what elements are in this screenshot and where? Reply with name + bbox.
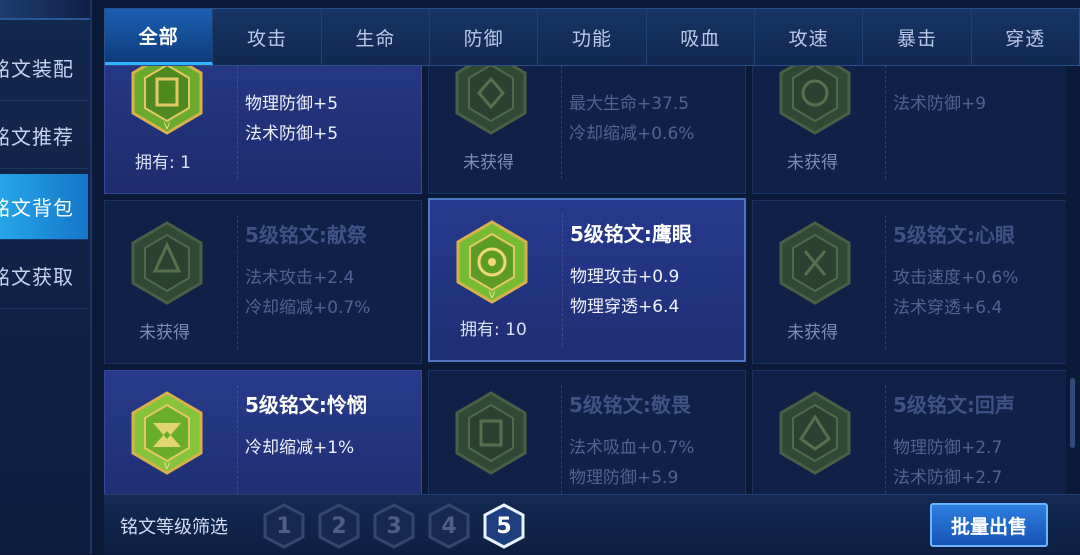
sidebar: 铭文装配 铭文推荐 铭文背包 铭文获取 xyxy=(0,0,92,554)
rune-card[interactable]: 5级铭文:敬畏 法术吸血+0.7% 物理防御+5.9 xyxy=(428,370,746,494)
svg-text:V: V xyxy=(489,291,496,301)
level-filter-label: 铭文等级筛选 xyxy=(120,517,228,538)
rune-card[interactable]: 法术防御+9 未获得 xyxy=(752,66,1066,194)
rune-stat: 最大生命+37.5 xyxy=(569,94,690,114)
rune-stat: 攻击速度+0.6% xyxy=(893,268,1019,288)
rune-stat: 物理防御+5.9 xyxy=(569,468,679,488)
level-filter-label-1: 1 xyxy=(276,513,292,539)
sidebar-top-bar xyxy=(0,0,90,20)
tab-defense[interactable]: 防御 xyxy=(430,9,539,65)
rune-card[interactable]: V 5级铭文:怜悯 冷却缩减+1% xyxy=(104,370,422,494)
level-filter-4[interactable]: 4 xyxy=(427,503,471,549)
owned-count: 未获得 xyxy=(787,153,838,173)
category-tabs: 全部 攻击 生命 防御 功能 吸血 攻速 暴击 穿透 xyxy=(104,8,1080,66)
sidebar-item-rune-recommend[interactable]: 铭文推荐 xyxy=(0,103,88,169)
rune-card[interactable]: 5级铭文:回声 物理防御+2.7 法术防御+2.7 xyxy=(752,370,1066,494)
level-filter-label-4: 4 xyxy=(441,513,457,539)
rune-card-selected[interactable]: V 5级铭文:鹰眼 物理攻击+0.9 物理穿透+6.4 拥有: 10 xyxy=(428,198,746,362)
rune-stat: 法术吸血+0.7% xyxy=(569,438,695,458)
tab-attack[interactable]: 攻击 xyxy=(213,9,322,65)
life-rune-icon xyxy=(455,66,527,135)
tab-function[interactable]: 功能 xyxy=(538,9,647,65)
rune-title: 5级铭文:怜悯 xyxy=(245,393,367,417)
echo-rune-icon xyxy=(779,391,851,475)
sidebar-item-rune-obtain[interactable]: 铭文获取 xyxy=(0,243,88,309)
rune-title: 5级铭文:鹰眼 xyxy=(570,222,692,246)
card-divider xyxy=(885,215,886,349)
rune-grid: V 物理防御+5 法术防御+5 拥有: 1 最大生命+37.5 冷却缩减+0.6… xyxy=(104,66,1066,494)
level-filter-label-2: 2 xyxy=(331,513,347,539)
defense-rune-icon: V xyxy=(131,66,203,135)
rune-stat: 物理攻击+0.9 xyxy=(570,267,680,287)
rune-stat: 物理防御+2.7 xyxy=(893,438,1003,458)
card-divider xyxy=(885,385,886,494)
scrollbar[interactable] xyxy=(1070,378,1075,448)
owned-count: 未获得 xyxy=(787,323,838,343)
rune-card[interactable]: 5级铭文:心眼 攻击速度+0.6% 法术穿透+6.4 未获得 xyxy=(752,200,1066,364)
rune-title: 5级铭文:回声 xyxy=(893,393,1015,417)
card-divider xyxy=(237,66,238,179)
rune-stat: 冷却缩减+0.6% xyxy=(569,124,695,144)
level-filter-2[interactable]: 2 xyxy=(317,503,361,549)
sidebar-item-rune-equip[interactable]: 铭文装配 xyxy=(0,35,88,101)
card-divider xyxy=(885,66,886,179)
magic-defense-rune-icon xyxy=(779,66,851,135)
card-divider xyxy=(562,214,563,346)
rune-stat: 法术防御+9 xyxy=(893,94,987,114)
card-divider xyxy=(237,215,238,349)
tab-penetration[interactable]: 穿透 xyxy=(972,9,1079,65)
rune-stat: 法术防御+5 xyxy=(245,124,339,144)
card-divider xyxy=(561,66,562,179)
rune-card[interactable]: V 物理防御+5 法术防御+5 拥有: 1 xyxy=(104,66,422,194)
rune-stat: 冷却缩减+1% xyxy=(245,438,355,458)
level-filter-1[interactable]: 1 xyxy=(262,503,306,549)
rune-card[interactable]: 5级铭文:献祭 法术攻击+2.4 冷却缩减+0.7% 未获得 xyxy=(104,200,422,364)
level-filter-label-5: 5 xyxy=(496,513,512,539)
tab-crit[interactable]: 暴击 xyxy=(863,9,972,65)
rune-stat: 法术防御+2.7 xyxy=(893,468,1003,488)
rune-stat: 法术攻击+2.4 xyxy=(245,268,355,288)
owned-count: 拥有: 10 xyxy=(460,320,527,340)
rune-title: 5级铭文:心眼 xyxy=(893,223,1015,247)
level-filter-5[interactable]: 5 xyxy=(482,503,526,549)
svg-text:V: V xyxy=(164,462,171,472)
owned-count: 未获得 xyxy=(463,153,514,173)
svg-text:V: V xyxy=(164,122,171,132)
rune-title: 5级铭文:敬畏 xyxy=(569,393,691,417)
tab-all[interactable]: 全部 xyxy=(105,9,214,65)
owned-count: 未获得 xyxy=(139,323,190,343)
tab-life[interactable]: 生命 xyxy=(322,9,430,65)
level-filter-label-3: 3 xyxy=(386,513,402,539)
sidebar-item-rune-bag[interactable]: 铭文背包 xyxy=(0,174,88,240)
bulk-sell-button[interactable]: 批量出售 xyxy=(930,503,1048,547)
tab-attack-speed[interactable]: 攻速 xyxy=(755,9,864,65)
rune-stat: 物理防御+5 xyxy=(245,94,339,114)
rune-stat: 物理穿透+6.4 xyxy=(570,297,680,317)
rune-stat: 冷却缩减+0.7% xyxy=(245,298,371,318)
sacrifice-rune-icon xyxy=(131,221,203,305)
card-divider xyxy=(237,385,238,494)
mercy-rune-icon: V xyxy=(131,391,203,475)
bottom-bar: 铭文等级筛选 1 2 3 4 5 批量出售 xyxy=(104,494,1080,555)
rune-stat: 法术穿透+6.4 xyxy=(893,298,1003,318)
mind-eye-rune-icon xyxy=(779,221,851,305)
awe-rune-icon xyxy=(455,391,527,475)
owned-count: 拥有: 1 xyxy=(135,153,191,173)
hawkeye-rune-icon: V xyxy=(456,220,528,304)
rune-title: 5级铭文:献祭 xyxy=(245,223,367,247)
rune-card[interactable]: 最大生命+37.5 冷却缩减+0.6% 未获得 xyxy=(428,66,746,194)
tab-lifesteal[interactable]: 吸血 xyxy=(647,9,755,65)
card-divider xyxy=(561,385,562,494)
level-filter-3[interactable]: 3 xyxy=(372,503,416,549)
